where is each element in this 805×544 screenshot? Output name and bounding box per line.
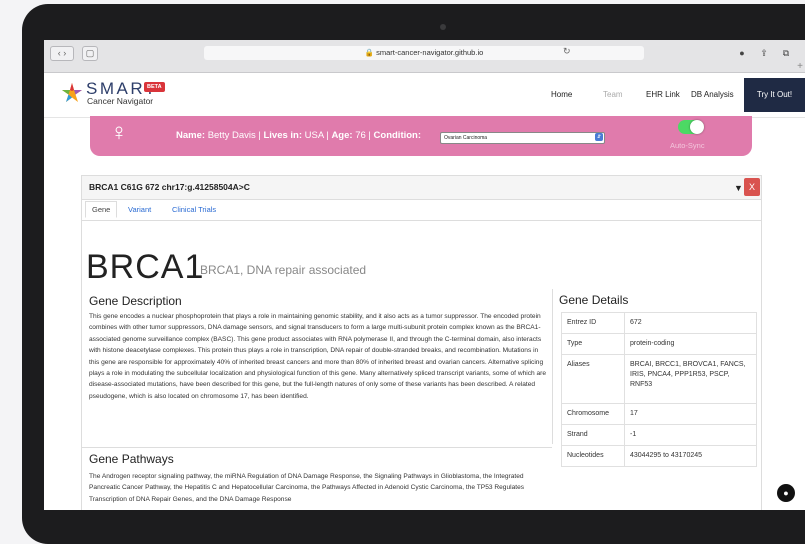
table-row: Aliases BRCAI, BRCC1, BROVCA1, FANCS, IRI…	[561, 354, 757, 404]
github-icon[interactable]: ●	[777, 484, 795, 502]
site-navbar: SMART Cancer Navigator BETA Home Team EH…	[44, 73, 805, 118]
detail-value: 43044295 to 43170245	[624, 445, 757, 467]
table-row: Chromosome 17	[561, 403, 757, 425]
detail-value: BRCAI, BRCC1, BROVCA1, FANCS, IRIS, PNCA…	[624, 354, 757, 404]
nav-team[interactable]: Team	[603, 90, 623, 99]
variant-header: BRCA1 C61G 672 chr17:g.41258504A>C ▼ X	[82, 176, 761, 200]
detail-value: -1	[624, 424, 757, 446]
logo-star-icon	[62, 83, 82, 102]
tab-variant[interactable]: Variant	[128, 205, 151, 214]
close-button[interactable]: X	[744, 178, 760, 196]
beta-badge: BETA	[144, 82, 165, 92]
camera	[440, 24, 446, 30]
logo-subtitle: Cancer Navigator	[87, 96, 154, 106]
gene-description-text: This gene encodes a nuclear phosphoprote…	[89, 313, 547, 400]
gene-details-title: Gene Details	[559, 293, 629, 307]
lives-label: Lives in:	[263, 130, 303, 141]
variant-title: BRCA1 C61G 672 chr17:g.41258504A>C	[89, 182, 250, 192]
back-forward-button[interactable]: ‹ ›	[50, 46, 74, 61]
reload-icon[interactable]: ↻	[563, 46, 571, 57]
gene-full-name: BRCA1, DNA repair associated	[200, 263, 367, 277]
variant-panel: BRCA1 C61G 672 chr17:g.41258504A>C ▼ X G…	[81, 175, 762, 510]
variant-tabs: Gene Variant Clinical Trials	[82, 200, 761, 221]
auto-sync-label: Auto-Sync	[670, 141, 705, 150]
nav-ehr-link[interactable]: EHR Link	[646, 90, 680, 99]
nav-db-analysis[interactable]: DB Analysis	[691, 90, 734, 99]
table-row: Type protein-coding	[561, 333, 757, 355]
detail-key: Entrez ID	[561, 312, 625, 334]
share-icon[interactable]: ⇪	[756, 46, 772, 60]
gene-symbol: BRCA1	[86, 248, 205, 286]
collapse-caret-icon[interactable]: ▼	[734, 183, 743, 193]
toggle-knob	[690, 120, 704, 134]
tab-gene[interactable]: Gene	[85, 201, 118, 218]
gene-details-table: Entrez ID 672 Type protein-coding Aliases B…	[561, 312, 757, 467]
address-bar[interactable]: 🔒 smart-cancer-navigator.github.io	[204, 46, 644, 60]
section-divider	[82, 447, 552, 448]
gene-description-section: Gene Description This gene encodes a nuc…	[82, 289, 553, 444]
table-row: Nucleotides 43044295 to 43170245	[561, 445, 757, 467]
gene-description-title: Gene Description	[89, 294, 182, 308]
patient-name: Betty Davis	[207, 130, 256, 141]
detail-key: Type	[561, 333, 625, 355]
download-icon[interactable]: ●	[734, 46, 750, 60]
nav-home[interactable]: Home	[551, 90, 572, 99]
try-it-out-button[interactable]: Try It Out!	[744, 78, 805, 112]
gene-pathways-title: Gene Pathways	[89, 452, 174, 466]
browser-toolbar: ‹ › ▢ 🔒 smart-cancer-navigator.github.io…	[44, 40, 805, 73]
sidebar-icon[interactable]: ▢	[82, 46, 98, 61]
detail-value: 672	[624, 312, 757, 334]
detail-value: protein-coding	[624, 333, 757, 355]
detail-key: Strand	[561, 424, 625, 446]
condition-label: Condition:	[373, 130, 422, 141]
browser-window: ‹ › ▢ 🔒 smart-cancer-navigator.github.io…	[44, 40, 805, 510]
auto-sync-toggle[interactable]	[678, 120, 704, 134]
age-label: Age:	[331, 130, 353, 141]
tab-clinical-trials[interactable]: Clinical Trials	[172, 205, 216, 214]
table-row: Strand -1	[561, 424, 757, 446]
patient-age: 76	[355, 130, 366, 141]
table-row: Entrez ID 672	[561, 312, 757, 334]
detail-key: Chromosome	[561, 403, 625, 425]
new-tab-icon[interactable]: +	[797, 61, 803, 72]
tabs-icon[interactable]: ⧉	[778, 46, 794, 60]
condition-select[interactable]: Ovarian Carcinoma	[440, 132, 605, 144]
gene-pathways-text: The Androgen receptor signaling pathway,…	[89, 473, 525, 503]
patient-location: USA	[304, 130, 324, 141]
url-text: smart-cancer-navigator.github.io	[376, 48, 484, 57]
patient-info: Name: Betty Davis | Lives in: USA | Age:…	[176, 130, 422, 141]
female-icon: ♀	[110, 119, 128, 146]
detail-key: Nucleotides	[561, 445, 625, 467]
patient-bar: ♀ Name: Betty Davis | Lives in: USA | Ag…	[90, 116, 752, 156]
detail-value: 17	[624, 403, 757, 425]
detail-key: Aliases	[561, 354, 625, 404]
select-arrow-icon[interactable]: ⇵	[595, 133, 603, 141]
name-label: Name:	[176, 130, 206, 141]
